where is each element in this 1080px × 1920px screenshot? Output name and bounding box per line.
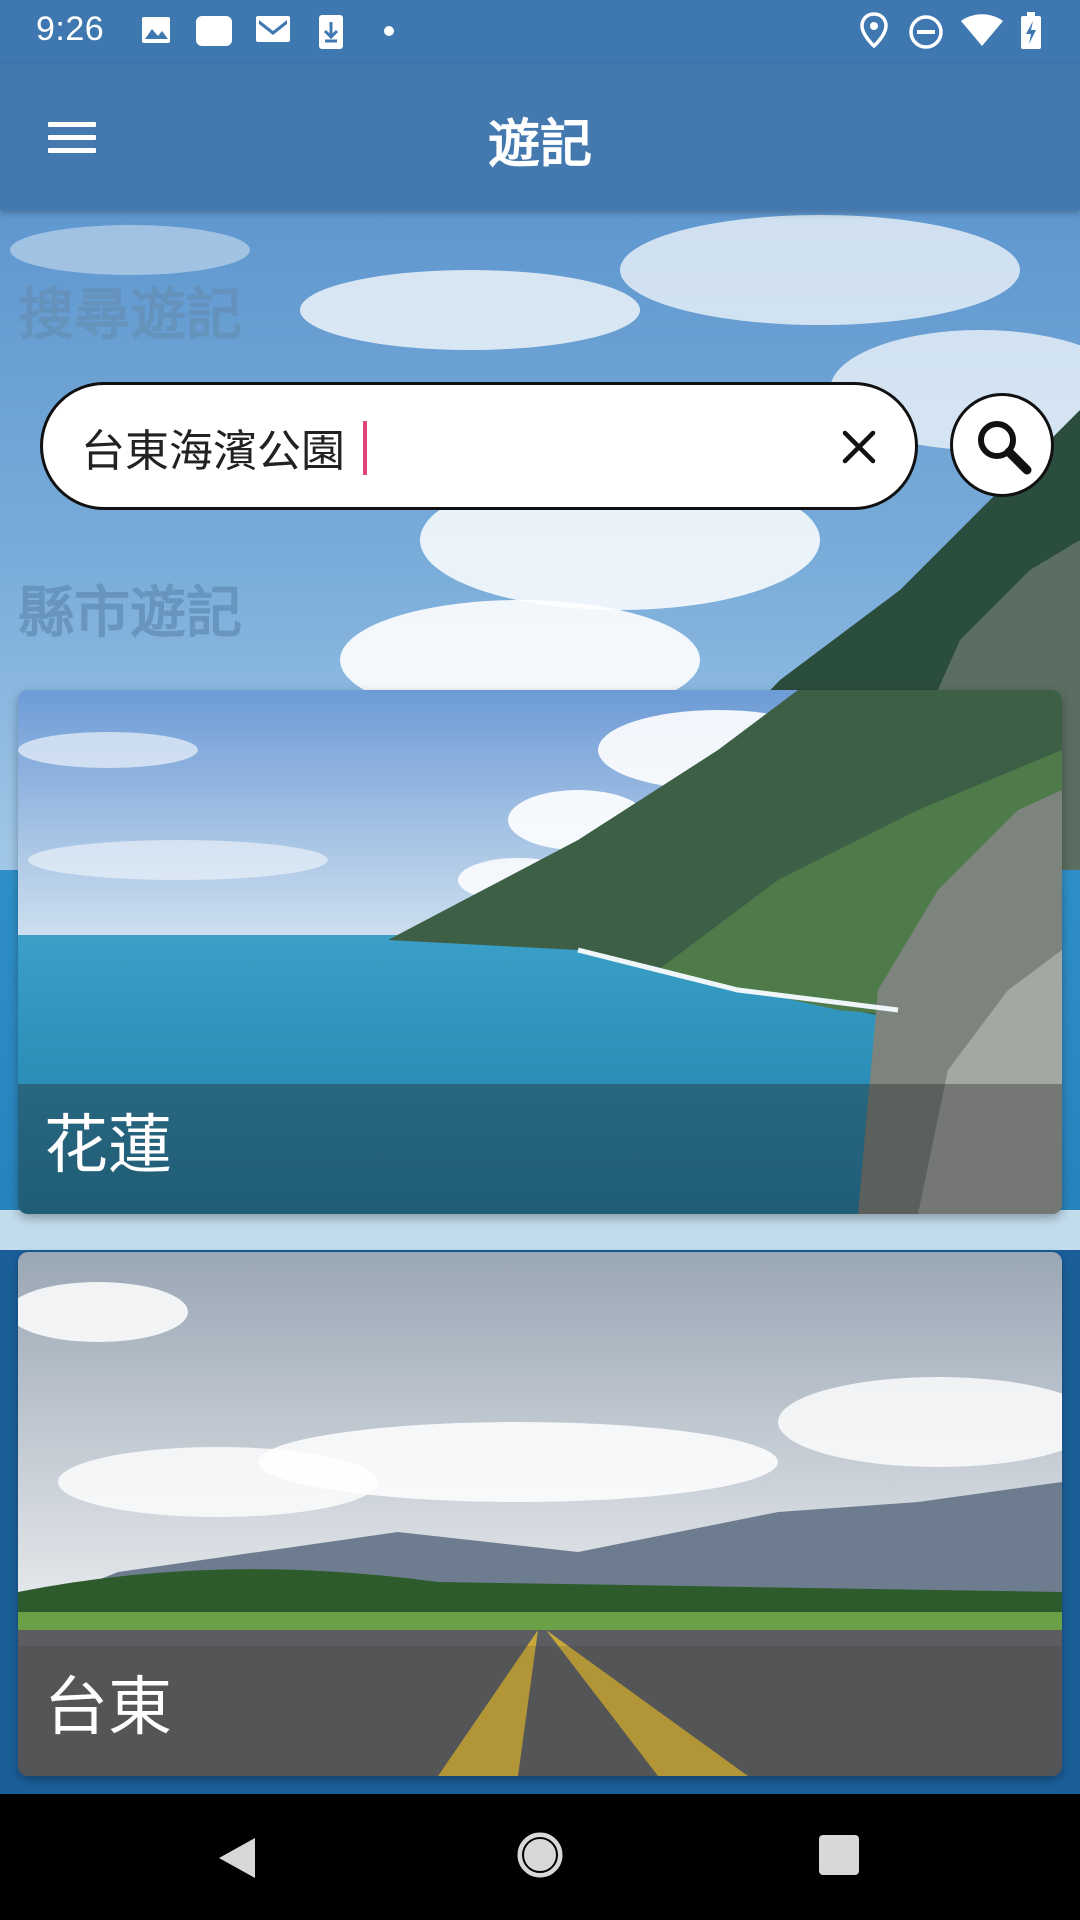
recents-icon[interactable]	[818, 1834, 860, 1880]
navigation-bar	[0, 1794, 1080, 1920]
card-label-taitung: 台東	[44, 1671, 172, 1745]
download-icon	[318, 14, 344, 50]
wifi-icon	[960, 14, 1004, 48]
city-card-hualien[interactable]: 花蓮	[18, 690, 1062, 1214]
search-icon	[978, 421, 1032, 475]
dnd-icon	[908, 14, 944, 50]
search-field[interactable]	[40, 382, 918, 510]
card-icon	[195, 14, 233, 48]
content-area: 搜尋遊記 縣市遊記	[0, 210, 1080, 1794]
card-label-bar	[18, 1084, 1062, 1214]
card-label-hualien: 花蓮	[44, 1109, 172, 1183]
card-label-bar	[18, 1646, 1062, 1776]
city-card-taitung[interactable]: 台東	[18, 1252, 1062, 1776]
close-icon[interactable]	[837, 425, 881, 469]
image-icon	[140, 14, 172, 46]
gmail-icon	[255, 14, 291, 44]
status-time: 9:26	[36, 10, 105, 48]
back-icon[interactable]	[215, 1834, 259, 1886]
city-section-heading: 縣市遊記	[18, 581, 242, 646]
search-section-heading: 搜尋遊記	[18, 283, 242, 348]
search-input[interactable]	[81, 415, 801, 479]
status-bar: 9:26	[0, 0, 1080, 64]
location-icon	[860, 12, 888, 48]
app-bar: 遊記	[0, 64, 1080, 210]
app-screen: 9:26 遊記 搜尋遊記 台東海濱公園 縣市遊記 花蓮 台東	[0, 0, 1080, 1920]
search-button[interactable]	[950, 393, 1054, 497]
text-caret	[363, 421, 367, 475]
dot-icon	[384, 26, 394, 36]
home-icon[interactable]	[515, 1830, 565, 1884]
battery-icon	[1020, 12, 1042, 50]
page-title: 遊記	[487, 115, 592, 175]
